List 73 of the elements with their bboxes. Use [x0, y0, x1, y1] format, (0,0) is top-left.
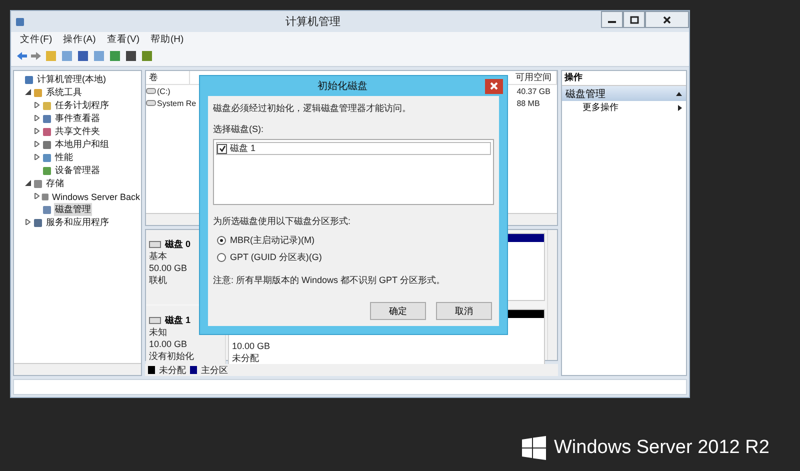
- tree-item[interactable]: 任务计划程序: [54, 99, 110, 112]
- radio-option[interactable]: MBR(主启动记录)(M): [217, 234, 314, 247]
- close-icon: [490, 82, 498, 90]
- disk-name: 磁盘 1: [165, 314, 191, 326]
- tree-item[interactable]: 共享文件夹: [54, 125, 101, 138]
- tree-item[interactable]: 存储: [45, 177, 65, 190]
- disk-type: 未知: [149, 326, 167, 338]
- legend-label: 未分配: [159, 364, 186, 376]
- expand-arrow-icon[interactable]: [34, 128, 40, 134]
- expand-arrow-icon[interactable]: [34, 154, 40, 160]
- tree-item[interactable]: 本地用户和组: [54, 138, 110, 151]
- disk-status: 没有初始化: [149, 350, 194, 362]
- minimize-button[interactable]: [601, 11, 623, 28]
- windows-logo: [522, 436, 546, 460]
- list-item[interactable]: 磁盘 1: [230, 142, 256, 155]
- menu-item[interactable]: 操作(A): [63, 32, 96, 46]
- expand-arrow-icon[interactable]: [34, 140, 40, 146]
- table-cell-text: 40.37 GB: [516, 86, 552, 96]
- branding-text: Windows Server 2012 R2: [554, 437, 770, 459]
- menu-item[interactable]: 帮助(H): [150, 32, 184, 46]
- vertical-scrollbar[interactable]: [546, 230, 557, 360]
- legend-label: 主分区: [201, 364, 228, 376]
- collapse-arrow-icon[interactable]: [25, 180, 31, 186]
- disk-size: 50.00 GB: [149, 262, 188, 274]
- collapse-caret-icon: [676, 92, 682, 96]
- tree-item[interactable]: 服务和应用程序: [45, 216, 110, 229]
- tree-item[interactable]: 事件查看器: [54, 112, 101, 125]
- tree-item[interactable]: 计算机管理(本地): [36, 73, 107, 86]
- disk-size: 10.00 GB: [149, 338, 188, 350]
- tree-item[interactable]: Windows Server Back: [50, 192, 141, 202]
- expand-arrow-icon[interactable]: [34, 192, 40, 198]
- disk-status: 联机: [149, 274, 167, 286]
- column-header[interactable]: 可用空间: [512, 71, 557, 84]
- tree-item[interactable]: 设备管理器: [54, 164, 101, 177]
- dialog-title: 初始化磁盘: [316, 80, 368, 93]
- close-button[interactable]: [645, 11, 689, 28]
- expand-arrow-icon[interactable]: [34, 114, 40, 120]
- note-text: 注意: 所有早期版本的 Windows 都不识别 GPT 分区形式。: [213, 274, 445, 287]
- list-label: 选择磁盘(S):: [213, 123, 264, 136]
- dialog-message: 磁盘必须经过初始化，逻辑磁盘管理器才能访问。: [213, 102, 411, 115]
- table-cell: System Re: [156, 98, 197, 108]
- expand-arrow-icon[interactable]: [25, 218, 31, 224]
- tree-item[interactable]: 磁盘管理: [54, 203, 92, 216]
- radio-option[interactable]: GPT (GUID 分区表)(G): [217, 251, 322, 264]
- column-header[interactable]: 卷: [146, 71, 190, 84]
- tree-item[interactable]: 系统工具: [45, 86, 83, 99]
- disk-type: 基本: [149, 250, 167, 262]
- actions-section[interactable]: 磁盘管理: [562, 86, 686, 101]
- window-title: 计算机管理: [284, 15, 342, 29]
- maximize-icon: [630, 16, 638, 24]
- collapse-arrow-icon[interactable]: [25, 88, 31, 94]
- radio-button[interactable]: [217, 253, 226, 262]
- partition-size: 10.00 GB: [232, 340, 270, 352]
- horizontal-scrollbar[interactable]: [14, 363, 141, 375]
- dialog-button[interactable]: 确定: [370, 302, 426, 320]
- expand-arrow-icon[interactable]: [34, 102, 40, 108]
- disk-name: 磁盘 0: [165, 238, 191, 250]
- forward-icon[interactable]: [31, 51, 41, 61]
- back-icon[interactable]: [17, 51, 27, 61]
- partition-style-label: 为所选磁盘使用以下磁盘分区形式:: [213, 215, 351, 228]
- table-cell-text: 88 MB: [516, 98, 541, 108]
- maximize-button[interactable]: [623, 11, 645, 28]
- table-cell-text: (C:): [156, 86, 172, 96]
- submenu-caret-icon: [678, 104, 682, 110]
- tree-item[interactable]: 性能: [54, 151, 74, 164]
- close-icon: [663, 16, 671, 24]
- action-item[interactable]: 更多操作: [562, 101, 686, 114]
- radio-button[interactable]: [217, 236, 226, 245]
- checkbox[interactable]: [217, 144, 227, 154]
- menu-item[interactable]: 文件(F): [20, 32, 52, 46]
- partition-label: 未分配: [232, 352, 259, 364]
- dialog-button[interactable]: 取消: [436, 302, 492, 320]
- menu-item[interactable]: 查看(V): [106, 32, 140, 46]
